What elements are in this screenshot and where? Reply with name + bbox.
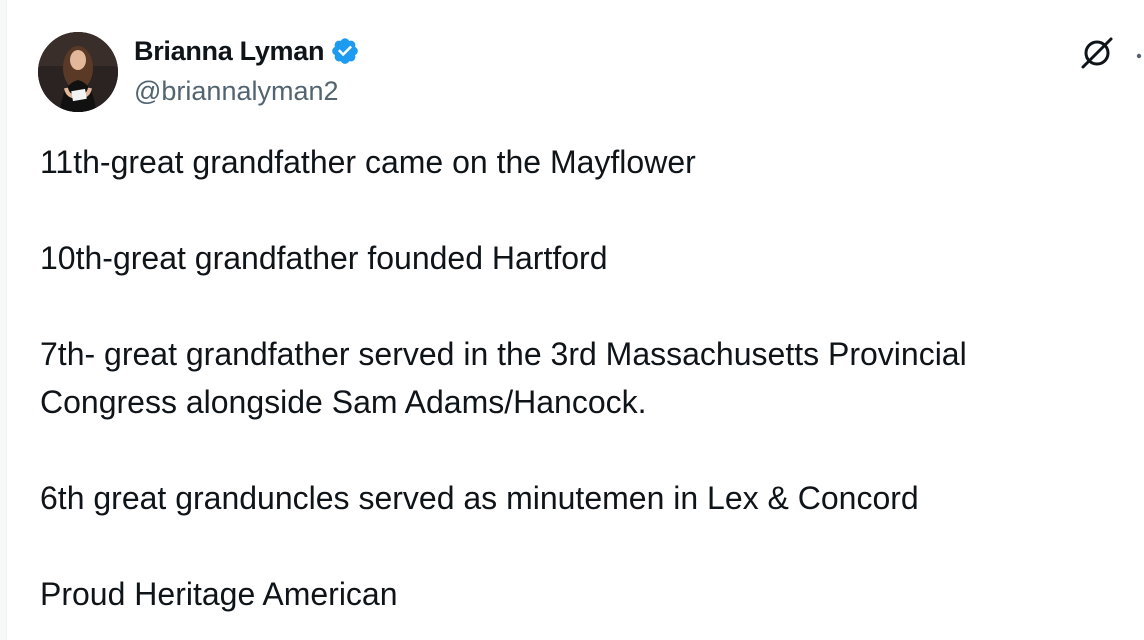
user-handle[interactable]: @briannalyman2: [134, 73, 360, 109]
more-options-icon[interactable]: [1134, 48, 1144, 59]
avatar-image: [38, 32, 118, 112]
tweet-line: Proud Heritage American: [40, 576, 398, 612]
tweet-paragraph: 10th-great grandfather founded Hartford: [40, 234, 1130, 282]
display-name-row: Brianna Lyman: [134, 35, 360, 67]
tweet-header: Brianna Lyman @briannalyman2: [38, 32, 360, 112]
avatar[interactable]: [38, 32, 118, 112]
tweet-line: 7th- great grandfather served in the 3rd…: [40, 336, 967, 372]
grok-icon[interactable]: [1078, 34, 1116, 72]
tweet-line: 6th great granduncles served as minuteme…: [40, 480, 919, 516]
timeline-left-border: [0, 0, 7, 640]
tweet-line: 11th-great grandfather came on the Mayfl…: [40, 144, 696, 180]
display-name[interactable]: Brianna Lyman: [134, 35, 324, 67]
tweet-paragraph: Proud Heritage American: [40, 570, 1130, 618]
user-names: Brianna Lyman @briannalyman2: [134, 35, 360, 109]
tweet-text: 11th-great grandfather came on the Mayfl…: [40, 138, 1130, 618]
tweet-line: 10th-great grandfather founded Hartford: [40, 240, 608, 276]
tweet-line: Congress alongside Sam Adams/Hancock.: [40, 384, 647, 420]
tweet-paragraph: 11th-great grandfather came on the Mayfl…: [40, 138, 1130, 186]
tweet-paragraph: 6th great granduncles served as minuteme…: [40, 474, 1130, 522]
tweet-paragraph: 7th- great grandfather served in the 3rd…: [40, 330, 1130, 426]
verified-badge-icon[interactable]: [330, 36, 360, 66]
